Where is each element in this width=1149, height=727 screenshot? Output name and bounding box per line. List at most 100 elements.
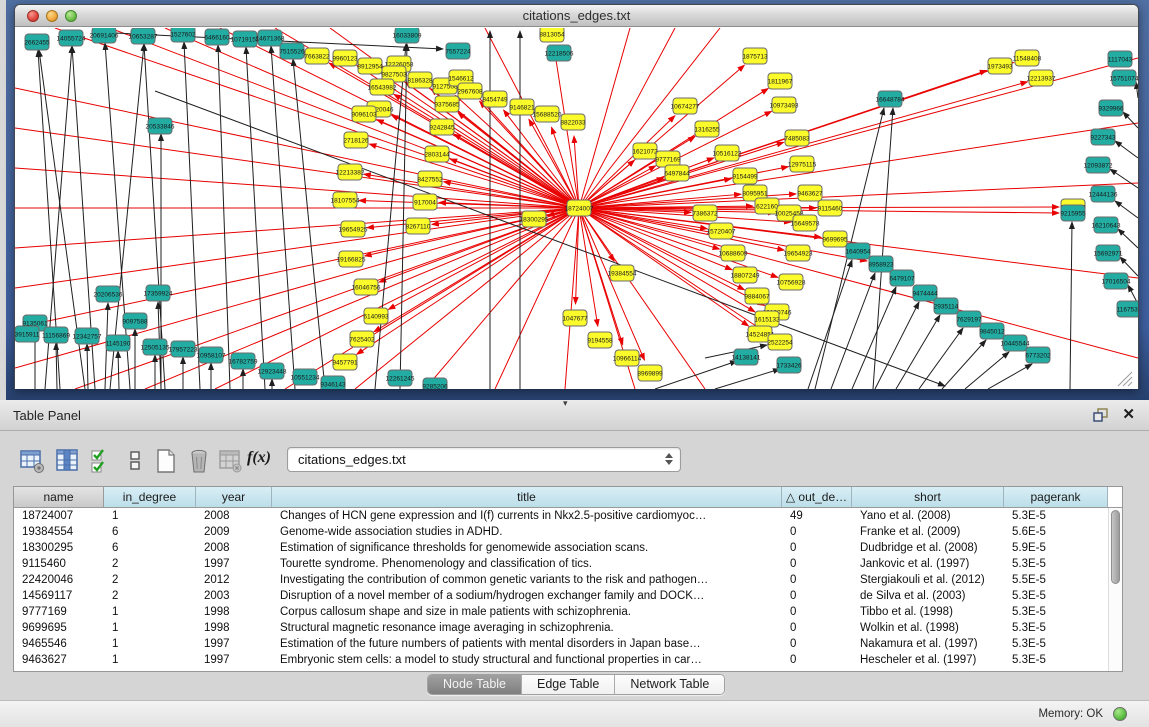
network-node[interactable]: 20206536 bbox=[94, 286, 123, 302]
network-node[interactable]: 1117043 bbox=[1108, 51, 1133, 67]
network-node[interactable]: 8267110 bbox=[406, 218, 431, 234]
network-node[interactable]: 6479107 bbox=[889, 270, 915, 286]
network-edge[interactable] bbox=[1070, 222, 1072, 389]
network-node[interactable]: 1733426 bbox=[776, 357, 802, 373]
table-row[interactable]: 946554611997Estimation of the future num… bbox=[14, 636, 1122, 652]
network-node[interactable]: 9146821 bbox=[509, 99, 535, 115]
network-edge[interactable] bbox=[56, 343, 57, 389]
table-row[interactable]: 1938455462009Genome-wide association stu… bbox=[14, 524, 1122, 540]
network-node[interactable]: 9215955 bbox=[1060, 205, 1086, 221]
network-edge[interactable] bbox=[369, 144, 579, 208]
network-node[interactable]: 6773202 bbox=[1025, 347, 1051, 363]
network-window-titlebar[interactable]: citations_edges.txt bbox=[15, 5, 1138, 27]
network-node[interactable]: 10973493 bbox=[770, 97, 799, 113]
network-node[interactable]: 7386372 bbox=[692, 205, 718, 221]
scrollbar-thumb[interactable] bbox=[1111, 510, 1120, 584]
network-node[interactable]: 917004 bbox=[413, 194, 437, 210]
network-node[interactable]: 15688520 bbox=[533, 106, 562, 122]
network-node[interactable]: 15692971 bbox=[1094, 245, 1123, 261]
table-row[interactable]: 969969511998Structural magnetic resonanc… bbox=[14, 620, 1122, 636]
network-edge[interactable] bbox=[965, 352, 1009, 389]
network-edge[interactable] bbox=[873, 108, 893, 389]
table-row[interactable]: 1456911722003Disruption of a novel membe… bbox=[14, 588, 1122, 604]
network-edge[interactable] bbox=[579, 208, 744, 290]
table-row[interactable]: 977716911998Corpus callosum shape and si… bbox=[14, 604, 1122, 620]
network-node[interactable]: 9242845 bbox=[429, 119, 455, 135]
network-node[interactable]: 9285206 bbox=[422, 378, 448, 389]
network-node[interactable]: 9097588 bbox=[122, 313, 148, 329]
network-node[interactable]: 17359924 bbox=[144, 285, 173, 301]
network-node[interactable]: 12213382 bbox=[336, 164, 365, 180]
network-node[interactable]: 7629197 bbox=[956, 311, 982, 327]
network-node[interactable]: 6466160 bbox=[204, 29, 230, 45]
tab-edge-table[interactable]: Edge Table bbox=[522, 675, 615, 694]
network-node[interactable]: 11156869 bbox=[42, 327, 70, 343]
network-window[interactable]: citations_edges.txt 26624551405572420691… bbox=[14, 4, 1139, 389]
network-node[interactable]: 12342757 bbox=[73, 328, 102, 344]
network-node[interactable]: 1973493 bbox=[987, 58, 1013, 74]
network-edge[interactable] bbox=[377, 120, 579, 208]
network-node[interactable]: 19384554 bbox=[608, 265, 637, 281]
network-node[interactable]: 15720407 bbox=[707, 223, 736, 239]
column-header-year[interactable]: year bbox=[196, 487, 272, 507]
network-edge[interactable] bbox=[87, 344, 88, 389]
network-edge[interactable] bbox=[831, 273, 875, 389]
table-row[interactable]: 1830029562008Estimation of significance … bbox=[14, 540, 1122, 556]
column-header-in_degree[interactable]: in_degree bbox=[104, 487, 196, 507]
network-node[interactable]: 8969899 bbox=[637, 365, 663, 381]
network-node[interactable]: 7625402 bbox=[349, 331, 375, 347]
network-node[interactable]: 2935114 bbox=[934, 298, 959, 314]
network-edge[interactable] bbox=[1110, 169, 1138, 188]
close-window-button[interactable] bbox=[27, 10, 39, 22]
network-node[interactable]: 15649578 bbox=[791, 215, 820, 231]
network-node[interactable]: 2662455 bbox=[24, 34, 50, 50]
network-edge[interactable] bbox=[1123, 112, 1138, 128]
network-edge[interactable] bbox=[988, 364, 1032, 389]
network-node[interactable]: 10966114 bbox=[613, 350, 642, 366]
network-node[interactable]: 7515526 bbox=[279, 43, 305, 59]
network-graph[interactable]: 2662455140557242069140610653287152760264… bbox=[15, 28, 1138, 389]
network-edge[interactable] bbox=[184, 42, 200, 389]
zoom-window-button[interactable] bbox=[65, 10, 77, 22]
network-edge[interactable] bbox=[1118, 229, 1138, 248]
network-node[interactable]: 8427552 bbox=[417, 171, 443, 187]
network-node[interactable]: 6140993 bbox=[363, 308, 389, 324]
split-divider-grip[interactable]: ▾ bbox=[563, 398, 568, 409]
table-row[interactable]: 946362711997Embryonic stem cells: a mode… bbox=[14, 652, 1122, 668]
network-node[interactable]: 7557224 bbox=[445, 43, 471, 59]
network-edge[interactable] bbox=[15, 208, 579, 328]
network-node[interactable]: 10516122 bbox=[713, 145, 742, 161]
network-node[interactable]: 9329966 bbox=[1098, 100, 1124, 116]
column-header-title[interactable]: title bbox=[272, 487, 782, 507]
network-edge[interactable] bbox=[579, 208, 705, 389]
network-node[interactable]: 7485083 bbox=[784, 130, 810, 146]
network-node[interactable]: 9463627 bbox=[797, 185, 823, 201]
network-node[interactable]: 7663822 bbox=[304, 48, 330, 64]
network-edge[interactable] bbox=[144, 44, 165, 389]
select-attributes-button[interactable] bbox=[88, 447, 116, 475]
network-node[interactable]: 1640954 bbox=[845, 243, 871, 259]
network-node[interactable]: 9884067 bbox=[744, 288, 770, 304]
network-node[interactable]: 9194558 bbox=[587, 332, 613, 348]
network-node[interactable]: 1167533 bbox=[1117, 301, 1138, 317]
show-columns-button[interactable] bbox=[53, 447, 81, 475]
network-node[interactable]: 8912954 bbox=[357, 58, 383, 74]
network-edge[interactable] bbox=[896, 315, 940, 389]
network-node[interactable]: 2967608 bbox=[457, 83, 483, 99]
network-node[interactable]: 16543982 bbox=[368, 79, 397, 95]
network-node[interactable]: 2803144 bbox=[424, 146, 450, 162]
network-node[interactable]: 12505135 bbox=[141, 339, 170, 355]
network-edge[interactable] bbox=[574, 136, 579, 208]
network-node[interactable]: 1527602 bbox=[170, 28, 196, 42]
network-node[interactable]: 19654923 bbox=[784, 245, 813, 261]
network-node[interactable]: 18107554 bbox=[331, 192, 360, 208]
tab-network-table[interactable]: Network Table bbox=[615, 675, 724, 694]
network-node[interactable]: 1047677 bbox=[562, 310, 588, 326]
network-node[interactable]: 17957223 bbox=[169, 341, 198, 357]
network-node[interactable]: 16033809 bbox=[393, 28, 422, 43]
network-node[interactable]: 1875713 bbox=[742, 48, 768, 64]
network-node[interactable]: 9154499 bbox=[732, 168, 758, 184]
network-edge[interactable] bbox=[655, 361, 737, 389]
network-edge[interactable] bbox=[875, 302, 919, 389]
network-edge[interactable] bbox=[919, 328, 963, 389]
